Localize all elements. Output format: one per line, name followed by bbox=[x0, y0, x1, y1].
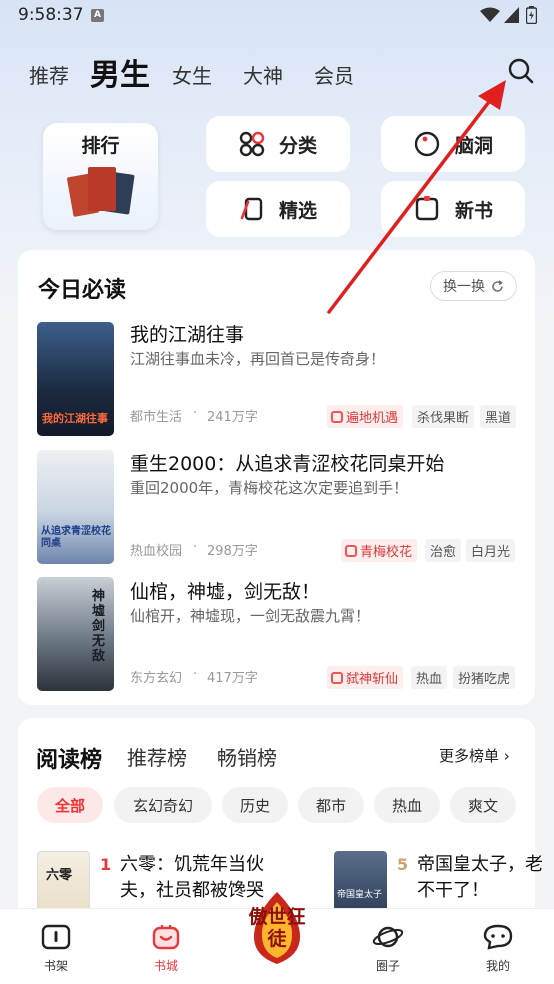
promo-book-title: 傲世狂徒 bbox=[248, 906, 306, 950]
nav-circle-label: 圈子 bbox=[375, 959, 400, 973]
nav-circle[interactable]: 圈子 bbox=[358, 924, 418, 974]
bookshelf-icon bbox=[41, 924, 71, 950]
nav-bookshelf-label: 书架 bbox=[43, 959, 68, 973]
profile-icon bbox=[483, 924, 513, 950]
nav-mine[interactable]: 我的 bbox=[468, 924, 528, 974]
nav-bookshelf[interactable]: 书架 bbox=[26, 924, 86, 974]
nav-bookstore[interactable]: 书城 bbox=[136, 924, 196, 974]
bookstore-icon bbox=[152, 925, 180, 950]
annotation-arrow bbox=[327, 80, 506, 314]
planet-icon bbox=[372, 926, 404, 948]
nav-mine-label: 我的 bbox=[485, 959, 510, 973]
promo-book-badge[interactable]: 傲世狂徒 bbox=[237, 888, 317, 968]
nav-bookstore-label: 书城 bbox=[153, 959, 178, 973]
